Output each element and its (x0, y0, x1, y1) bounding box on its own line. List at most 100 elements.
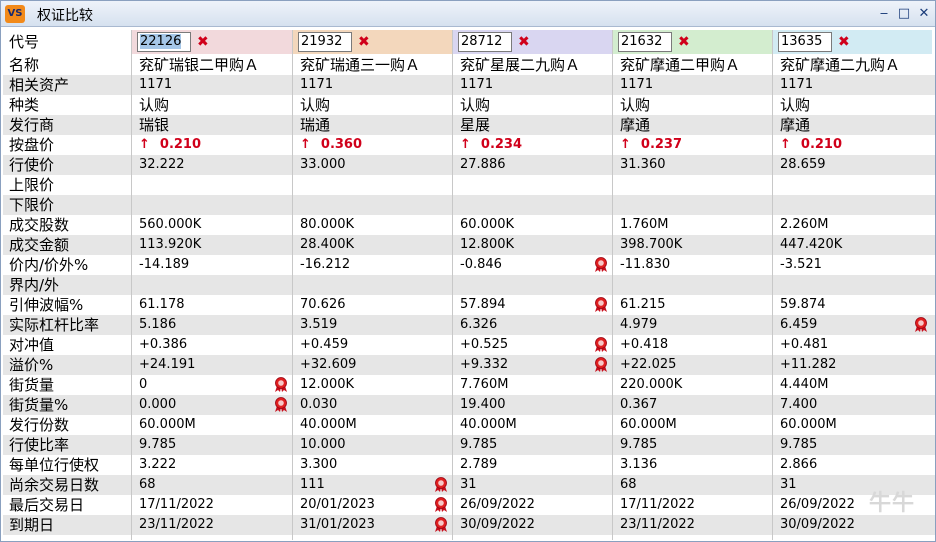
cell-value: 23/11/2022 (139, 517, 214, 532)
cell-value: +0.525 (460, 337, 509, 352)
table-cell: 星展 (452, 115, 612, 135)
table-row: 最后交易日 17/11/2022 20/01/2023 26/09/2022 17/11… (3, 495, 935, 515)
price-value: 0.210 (159, 137, 202, 152)
table-cell: -3.521 (772, 255, 932, 275)
cell-value: 31.360 (620, 157, 666, 172)
cell-value: 26/09/2022 (780, 497, 855, 512)
column-divider (612, 30, 613, 540)
table-cell: 3.519 (292, 315, 452, 335)
remove-warrant-icon[interactable]: ✖ (838, 30, 850, 54)
cell-value: 1171 (139, 77, 173, 92)
table-cell: 5.186 (131, 315, 292, 335)
cell-value: 3.519 (300, 317, 338, 332)
maximize-button[interactable]: □ (897, 7, 911, 21)
up-arrow-icon: ↑ (780, 137, 791, 152)
table-cell: 兖矿瑞银二甲购Ａ (131, 55, 292, 75)
table-cell: ↑ 0.237 (612, 135, 772, 155)
warrant-code-input[interactable]: 21932 (298, 32, 352, 52)
table-cell: 2.789 (452, 455, 612, 475)
cell-value: 9.785 (620, 437, 658, 452)
cell-value: 68 (139, 477, 156, 492)
up-arrow-icon: ↑ (139, 137, 150, 152)
table-cell: 3.300 (292, 455, 452, 475)
column-divider (131, 30, 132, 540)
warrant-code-input[interactable]: 28712 (458, 32, 512, 52)
remove-warrant-icon[interactable]: ✖ (197, 30, 209, 54)
cell-value: 19.400 (460, 397, 506, 412)
header-row: 代号 22126 ✖ 21932 ✖ 28712 ✖ 21632 ✖ 13635 ✖ (3, 30, 935, 54)
cell-value: 9.785 (139, 437, 177, 452)
remove-warrant-icon[interactable]: ✖ (678, 30, 690, 54)
table-row: 按盘价 ↑ 0.210 ↑ 0.360 ↑ 0.234 ↑ 0.237 ↑ 0.210 (3, 135, 935, 155)
warrant-code-input[interactable]: 21632 (618, 32, 672, 52)
remove-warrant-icon[interactable]: ✖ (358, 30, 370, 54)
table-cell: +32.609 (292, 355, 452, 375)
app-icon: VS (5, 5, 25, 23)
table-cell (131, 195, 292, 215)
table-cell: 认购 (452, 95, 612, 115)
table-cell: 6.459 (772, 315, 932, 335)
cell-value: 5.186 (139, 317, 177, 332)
table-row: 成交金额 113.920K 28.400K 12.800K 398.700K 447.42… (3, 235, 935, 255)
cell-value: 111 (300, 477, 325, 492)
table-cell: 31.360 (612, 155, 772, 175)
warrant-code-input[interactable]: 22126 (137, 32, 191, 52)
cell-value: 瑞通 (300, 116, 331, 134)
table-cell: 40.000M (452, 415, 612, 435)
table-cell: 6.326 (452, 315, 612, 335)
table-cell (452, 275, 612, 295)
table-cell: 摩通 (772, 115, 932, 135)
minimize-button[interactable]: ‒ (877, 7, 891, 21)
cell-value: +22.025 (620, 357, 677, 372)
cell-value: 220.000K (620, 377, 683, 392)
table-cell: 摩通 (612, 115, 772, 135)
table-cell: 1171 (772, 75, 932, 95)
table-cell (452, 175, 612, 195)
row-label: 行使比率 (9, 436, 70, 454)
cell-value: 28.400K (300, 237, 355, 252)
cell-value: +32.609 (300, 357, 357, 372)
row-label: 街货量 (9, 376, 55, 394)
table-cell: ↑ 0.360 (292, 135, 452, 155)
row-label: 成交股数 (9, 216, 70, 234)
row-label: 最后交易日 (9, 496, 85, 514)
cell-value: 3.300 (300, 457, 338, 472)
table-cell: 30/09/2022 (452, 515, 612, 535)
table-cell: 2.260M (772, 215, 932, 235)
table-cell: 60.000K (452, 215, 612, 235)
cell-value: 60.000K (460, 217, 515, 232)
cell-value: 2.866 (780, 457, 818, 472)
cell-value: 0 (139, 377, 148, 392)
table-cell: 68 (131, 475, 292, 495)
close-button[interactable]: ✕ (917, 7, 931, 21)
remove-warrant-icon[interactable]: ✖ (518, 30, 530, 54)
table-cell: 1171 (452, 75, 612, 95)
table-row: 行使比率 9.785 10.000 9.785 9.785 9.785 (3, 435, 935, 455)
cell-value: 10.000 (300, 437, 346, 452)
table-cell: 61.178 (131, 295, 292, 315)
table-row: 每单位行使权 3.222 3.300 2.789 3.136 2.866 (3, 455, 935, 475)
table-cell: 33.000 (292, 155, 452, 175)
cell-value: 33.000 (300, 157, 346, 172)
table-cell: 61.215 (612, 295, 772, 315)
table-cell: 19.400 (452, 395, 612, 415)
table-cell: 28.400K (292, 235, 452, 255)
row-label: 实际杠杆比率 (9, 316, 100, 334)
table-cell (131, 175, 292, 195)
row-label: 价内/价外% (9, 256, 89, 274)
warrant-code-input[interactable]: 13635 (778, 32, 832, 52)
cell-value: 9.785 (460, 437, 498, 452)
cell-value: 兖矿瑞银二甲购Ａ (139, 56, 260, 74)
table-row: 界内/外 (3, 275, 935, 295)
cell-value: 61.178 (139, 297, 185, 312)
price-cell: ↑ 0.210 (780, 135, 842, 155)
cell-value: 31 (780, 477, 797, 492)
table-cell (292, 195, 452, 215)
price-value: 0.360 (320, 137, 363, 152)
cell-value: 兖矿星展二九购Ａ (460, 56, 581, 74)
cell-value: 认购 (460, 96, 491, 114)
table-cell: 兖矿摩通二甲购Ａ (612, 55, 772, 75)
cell-value: 31 (460, 477, 477, 492)
cell-value: 兖矿摩通二九购Ａ (780, 56, 901, 74)
cell-value: -11.830 (620, 257, 671, 272)
